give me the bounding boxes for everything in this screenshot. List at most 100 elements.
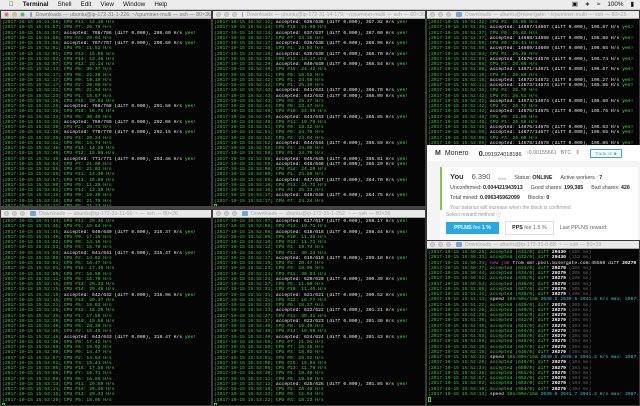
camera-icon[interactable]: ▣ (572, 1, 578, 8)
workers-label: Active workers : (560, 175, 598, 181)
timestamp: [2017-10-15 15:53:16] (214, 188, 274, 193)
title-bar[interactable]: Downloads — ubuntu@ip-172-31-11-66: ~ — … (1, 210, 211, 218)
timestamp: [2017-10-15 15:52:46] (2, 334, 62, 340)
title-bar[interactable]: Downloads — ubuntu@ip-172-31-1-226: ~/cp… (1, 11, 211, 19)
log-segment: speed (489, 391, 504, 397)
title-bar[interactable]: Downloads — ubuntu@ip-172-31-1-252: ~ — … (213, 210, 425, 218)
minimize-icon[interactable] (224, 12, 229, 17)
title-bar[interactable]: Downloads — ubuntu@ip-172-31-14-179: ~/c… (213, 11, 425, 19)
log-message: CPU #14: 29.40 H/s (63, 287, 115, 293)
window-controls[interactable] (4, 12, 25, 17)
window-controls[interactable] (216, 211, 237, 216)
log-message: CPU #1: 26.40 H/s (489, 51, 538, 57)
log-segment: diff (537, 339, 550, 345)
log-message: accepted: 14669/14669 (diff 0.000), 106.… (489, 46, 620, 52)
apple-menu-icon[interactable]:  (9, 1, 14, 8)
pps-label: PPS (512, 225, 523, 231)
zoom-icon[interactable] (232, 211, 237, 216)
log-message: accepted: 619/619 (diff 0.000), 299.10 H… (275, 255, 395, 261)
log-message: accepted: 642/642 (diff 0.000), 316.96 H… (63, 292, 183, 298)
zoom-icon[interactable] (232, 12, 237, 17)
terminal-output[interactable]: [2017-10-15 15:50:26] accepted (631/0) d… (427, 249, 639, 402)
menu-edit[interactable]: Edit (81, 1, 92, 8)
close-icon[interactable] (4, 211, 9, 216)
log-segment: diff (537, 250, 550, 255)
timestamp: [2017-10-15 15:52:42] (428, 104, 488, 109)
menu-shell[interactable]: Shell (58, 1, 72, 8)
terminal-output[interactable]: [2017-10-15 15:51:32] CPU #2: 26.85 H/s … (427, 19, 639, 145)
bluetooth-icon[interactable]: ∗ (585, 1, 590, 8)
trade-button[interactable]: Trade on ■ (589, 148, 622, 158)
zoom-icon[interactable] (446, 242, 451, 247)
log-message: CPU #2: 26.85 H/s (489, 20, 538, 25)
log-message: CPU #1: 19.40 H/s (275, 371, 324, 377)
close-icon[interactable] (216, 211, 221, 216)
wifi-icon[interactable]: ≈ (597, 1, 600, 8)
log-segment: (642/0) (515, 318, 535, 324)
help-icon[interactable]: ⓘ (496, 212, 501, 218)
title-bar[interactable]: Downloads — ubuntu@ip-172-31-0-88: ~ — s… (427, 241, 639, 249)
timestamp: [2017-10-15 15:52:49] (214, 119, 274, 125)
accepted-status: yes! (396, 20, 409, 25)
zoom-icon[interactable] (20, 211, 25, 216)
timestamp: [2017-10-15 15:52:40] (214, 329, 274, 335)
minimize-icon[interactable] (12, 211, 17, 216)
log-segment: (105 ms) (568, 271, 592, 276)
prompt-line[interactable] (428, 397, 639, 402)
menu-help[interactable]: Help (154, 1, 167, 8)
close-icon[interactable] (430, 242, 435, 247)
minimize-icon[interactable] (12, 12, 17, 17)
window-controls[interactable] (430, 242, 451, 247)
terminal-output[interactable]: [2017-10-15 15:52:07] accepted: 617/617 … (213, 218, 425, 405)
log-segment: diff (537, 318, 550, 324)
battery-icon[interactable]: ▮ (631, 1, 634, 8)
menu-view[interactable]: View (100, 1, 114, 8)
terminal-output[interactable]: [2017-10-15 15:51:56] CPU #11: 14.10 H/s… (1, 19, 211, 206)
window-controls[interactable] (430, 12, 451, 17)
window-controls[interactable] (4, 211, 25, 216)
hashrate: 6.390 (471, 172, 491, 181)
menu-window[interactable]: Window (123, 1, 145, 8)
monero-header: M Monero 0.091924018186 ~0.00155661 BTC … (427, 145, 640, 161)
currency-select[interactable]: BTC (561, 150, 572, 156)
close-icon[interactable] (216, 12, 221, 17)
pps-button[interactable]: PPS fee 1.5 % (505, 221, 554, 235)
log-message: CPU #7: 24.24 H/s (275, 198, 324, 204)
menu-app-terminal[interactable]: Terminal (23, 1, 49, 8)
log-segment: diff (537, 271, 550, 276)
accepted-status: yes! (184, 229, 197, 235)
balance-minor: 091924018186 (484, 151, 522, 158)
accepted-status: yes! (184, 334, 197, 340)
log-message: accepted: 769/769 (diff 0.000), 292.06 H… (63, 119, 183, 125)
terminal-output[interactable]: [2017-10-15 15:52:12] accepted: 636/636 … (213, 19, 425, 206)
status-value: ONLINE (532, 175, 553, 181)
log-message: accepted: 14668/14668 (diff 0.000), 106.… (489, 35, 620, 41)
timestamp: [2017-10-15 15:53:22] (214, 397, 274, 403)
log-message: accepted: 768/768 (diff 0.000), 291.58 H… (63, 104, 183, 109)
log-message: CPU #1: 17.56 H/s (63, 313, 112, 319)
log-message: accepted: 644/644 (diff 0.000), 365.59 H… (275, 140, 395, 146)
pplns-button[interactable]: PPLNS fee 1 % (446, 222, 500, 234)
log-message: accepted: 14675/14675 (diff 0.000), 105.… (489, 109, 620, 115)
log-message: CPU #9: 11.20 H/s (63, 182, 112, 188)
log-message: CPU #10: 16.75 H/s (63, 109, 115, 115)
terminal-output[interactable]: [2017-10-15 15:51:44] CPU #11: 29.36 H/s… (1, 218, 211, 405)
log-segment: diff (537, 323, 550, 329)
minimize-icon[interactable] (438, 12, 443, 17)
log-segment: (636/0) (515, 281, 535, 287)
you-label: You (450, 172, 464, 181)
minimize-icon[interactable] (224, 211, 229, 216)
log-segment: 2087.4 H/s (625, 391, 639, 397)
minimize-icon[interactable] (438, 242, 443, 247)
log-message: CPU #1: 24.70 H/s (275, 151, 324, 157)
log-message: accepted: 14672/14672 (diff 0.000), 106.… (489, 77, 620, 83)
log-message: CPU #0: 19.19 H/s (63, 77, 112, 83)
zoom-icon[interactable] (446, 12, 451, 17)
close-icon[interactable] (4, 12, 9, 17)
log-segment: (643/0) (515, 323, 535, 329)
close-icon[interactable] (430, 12, 435, 17)
sort-icon[interactable]: ⇕ (575, 150, 579, 156)
zoom-icon[interactable] (20, 12, 25, 17)
title-bar[interactable]: Downloads — ubuntu@minergate: ~/cpuminer… (427, 11, 639, 19)
window-controls[interactable] (216, 12, 237, 17)
